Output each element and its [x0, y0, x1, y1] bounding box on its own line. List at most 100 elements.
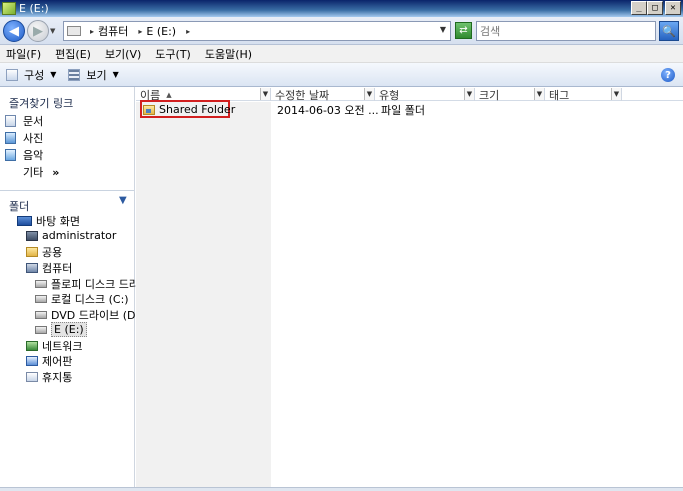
help-icon: ?: [665, 69, 671, 81]
back-arrow-icon: ◀: [9, 23, 19, 39]
window-controls: _ □ ✕: [631, 1, 681, 15]
favorite-link-label: 음악: [23, 149, 44, 162]
forward-button[interactable]: ▶: [27, 20, 49, 42]
menu-view[interactable]: 보기(V): [105, 46, 141, 62]
address-dropdown-icon[interactable]: ▼: [440, 25, 446, 34]
tree-item-public[interactable]: 공용: [26, 244, 62, 260]
tree-item-label: 플로피 디스크 드라이브 (A:): [51, 278, 145, 291]
folders-title[interactable]: 폴더: [9, 198, 29, 214]
column-header-label: 유형: [379, 88, 400, 102]
computer-icon: [67, 26, 81, 36]
refresh-icon: ⇄: [459, 25, 468, 36]
tree-item-label: DVD 드라이브 (D:): [51, 309, 144, 322]
sorted-column-background: [136, 102, 271, 487]
tree-item-dvd-drive[interactable]: DVD 드라이브 (D:): [35, 307, 145, 323]
local-disk-icon: [35, 295, 47, 303]
help-button[interactable]: ?: [661, 68, 675, 82]
double-chevron-right-icon: »: [52, 165, 60, 179]
menu-tools[interactable]: 도구(T): [155, 46, 191, 62]
file-name-cell[interactable]: Shared Folder: [143, 102, 235, 117]
tree-item-label: 휴지통: [42, 371, 73, 384]
dvd-drive-icon: [35, 311, 47, 319]
breadcrumb-chevron-icon[interactable]: ▸: [90, 27, 94, 36]
status-bar: [0, 487, 683, 491]
chevron-down-icon: ▼: [112, 70, 119, 79]
search-button[interactable]: 🔍: [659, 21, 679, 41]
organize-label: 구성: [24, 68, 45, 82]
tree-item-control-panel[interactable]: 제어판: [26, 353, 72, 369]
column-header-label: 태그: [549, 88, 570, 102]
documents-icon: [5, 115, 16, 127]
close-button[interactable]: ✕: [665, 1, 681, 15]
refresh-button[interactable]: ⇄: [455, 22, 472, 39]
column-header-modified[interactable]: 수정한 날짜 ▼: [271, 88, 375, 102]
maximize-button[interactable]: □: [647, 1, 663, 15]
column-filter-dropdown[interactable]: ▼: [611, 88, 621, 100]
desktop-icon: [17, 216, 32, 226]
tree-item-desktop[interactable]: 바탕 화면: [17, 213, 80, 229]
command-toolbar: 구성 ▼ 보기 ▼ ?: [0, 63, 683, 87]
tree-item-label: 네트워크: [42, 340, 83, 353]
tree-item-drive-e[interactable]: E (E:): [35, 322, 87, 337]
file-list[interactable]: Shared Folder 2014-06-03 오전 ... 파일 폴더: [136, 100, 683, 487]
pictures-icon: [5, 132, 16, 144]
address-toolbar: ◀ ▶ ▼ ▸ 컴퓨터 ▸ E (E:) ▸ ▼ ⇄ 검색 🔍: [0, 17, 683, 45]
tree-item-label: 제어판: [42, 355, 73, 368]
column-filter-dropdown[interactable]: ▼: [364, 88, 374, 100]
minimize-button[interactable]: _: [631, 1, 647, 15]
tree-item-floppy[interactable]: 플로피 디스크 드라이브 (A:): [35, 276, 145, 292]
chevron-down-icon[interactable]: ▼: [119, 195, 127, 206]
tree-item-label: 컴퓨터: [42, 262, 73, 275]
window-title: E (E:): [19, 2, 49, 15]
favorite-link-label: 사진: [23, 132, 44, 145]
tree-item-recycle-bin[interactable]: 휴지통: [26, 369, 72, 385]
sort-ascending-icon: ▲: [166, 90, 172, 99]
drive-icon: [35, 325, 47, 334]
pane-divider[interactable]: [0, 190, 134, 191]
search-input[interactable]: 검색: [476, 21, 656, 41]
tree-item-network[interactable]: 네트워크: [26, 338, 82, 354]
column-header-type[interactable]: 유형 ▼: [375, 88, 475, 102]
column-filter-dropdown[interactable]: ▼: [260, 88, 270, 100]
column-header-size[interactable]: 크기 ▼: [475, 88, 545, 102]
file-type-cell: 파일 폴더: [381, 103, 425, 117]
recent-pages-dropdown[interactable]: ▼: [50, 27, 55, 35]
forward-arrow-icon: ▶: [33, 23, 43, 39]
tree-item-administrator[interactable]: administrator: [26, 229, 116, 242]
column-filter-dropdown[interactable]: ▼: [464, 88, 474, 100]
tree-item-label: administrator: [42, 229, 117, 242]
breadcrumb-chevron-icon[interactable]: ▸: [138, 27, 142, 36]
favorite-link-music[interactable]: 음악: [5, 147, 43, 163]
favorite-link-pictures[interactable]: 사진: [5, 130, 43, 146]
file-modified-cell: 2014-06-03 오전 ...: [277, 103, 379, 117]
user-folder-icon: [26, 230, 38, 241]
column-header-tags[interactable]: 태그 ▼: [545, 88, 622, 102]
tree-item-label: 바탕 화면: [36, 215, 80, 228]
explorer-app-icon: [2, 2, 16, 15]
favorite-link-documents[interactable]: 문서: [5, 113, 43, 129]
menu-file[interactable]: 파일(F): [6, 46, 41, 62]
column-filter-dropdown[interactable]: ▼: [534, 88, 544, 100]
tree-item-computer[interactable]: 컴퓨터: [26, 260, 72, 276]
menu-edit[interactable]: 편집(E): [55, 46, 91, 62]
folder-icon: [26, 247, 38, 257]
address-bar[interactable]: ▸ 컴퓨터 ▸ E (E:) ▸ ▼: [63, 21, 451, 41]
favorite-link-more-label: 기타: [23, 166, 44, 179]
back-button[interactable]: ◀: [3, 20, 25, 42]
breadcrumb-drive-e[interactable]: E (E:): [146, 25, 176, 38]
breadcrumb-chevron-icon[interactable]: ▸: [186, 27, 190, 36]
views-button[interactable]: 보기 ▼: [68, 67, 119, 83]
chevron-down-icon: ▼: [50, 70, 57, 79]
tree-item-local-disk-c[interactable]: 로컬 디스크 (C:): [35, 291, 145, 307]
views-label: 보기: [86, 68, 107, 82]
tree-item-label: 로컬 디스크 (C:): [51, 293, 129, 306]
menu-help[interactable]: 도움말(H): [205, 46, 252, 62]
network-icon: [26, 341, 38, 351]
favorite-link-more[interactable]: 기타 »: [23, 164, 59, 180]
recycle-bin-icon: [26, 372, 38, 382]
menu-bar: 파일(F) 편집(E) 보기(V) 도구(T) 도움말(H): [0, 45, 683, 63]
breadcrumb-computer[interactable]: 컴퓨터: [98, 23, 128, 39]
organize-button[interactable]: 구성 ▼: [6, 67, 56, 83]
file-row[interactable]: Shared Folder 2014-06-03 오전 ... 파일 폴더: [136, 100, 683, 118]
favorite-links-title: 즐겨찾기 링크: [9, 97, 74, 110]
